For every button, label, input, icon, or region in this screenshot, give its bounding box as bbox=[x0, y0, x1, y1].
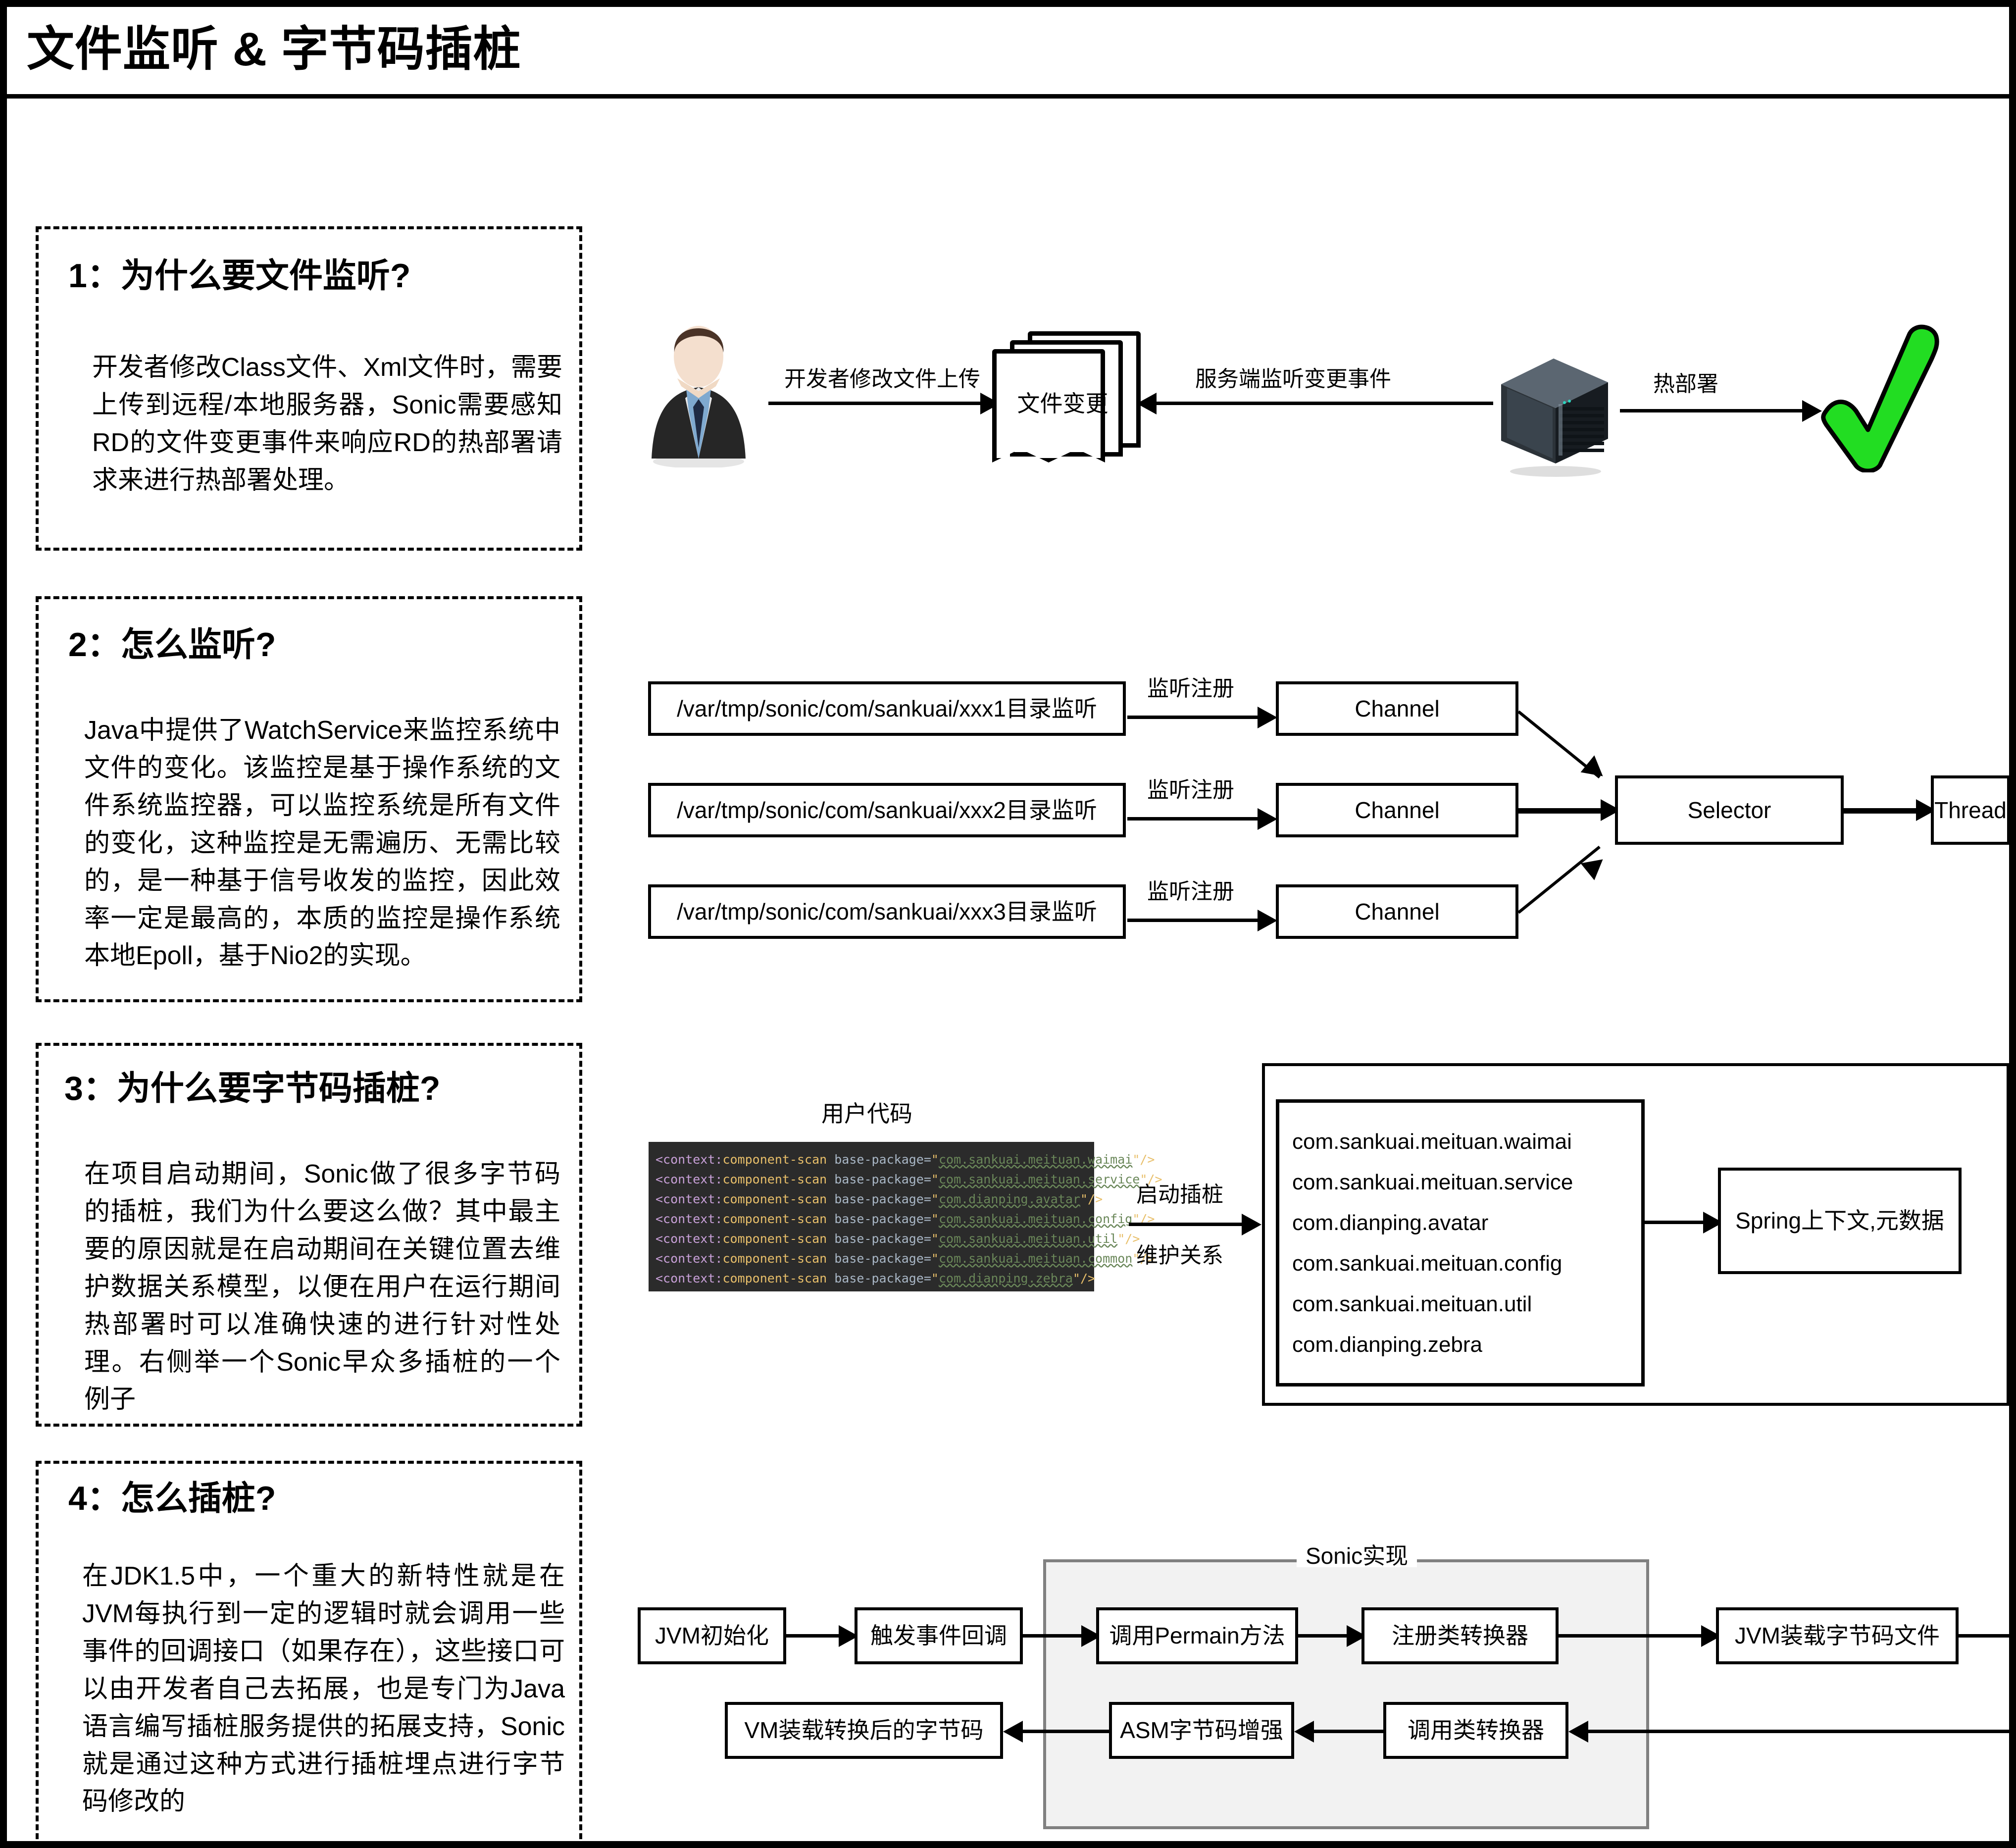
register-label-2: 监听注册 bbox=[1147, 778, 1234, 802]
user-code-block: <context:component-scan base-package="co… bbox=[649, 1142, 1162, 1291]
slide-page: 文件监听 & 字节码插桩 1：为什么要文件监听? 开发者修改Class文件、Xm… bbox=[0, 0, 2016, 1848]
section-3-heading: 3：为什么要字节码插桩? bbox=[64, 1070, 441, 1107]
package-list-box: com.sankuai.meituan.waimai com.sankuai.m… bbox=[1276, 1099, 1645, 1386]
register-label-3: 监听注册 bbox=[1147, 879, 1234, 904]
package-item: com.sankuai.meituan.service bbox=[1292, 1170, 1573, 1194]
register-arrow-1 bbox=[1258, 707, 1277, 728]
code-line: <context:component-scan base-package="co… bbox=[655, 1251, 1155, 1266]
channel3-to-selector-arrow bbox=[1580, 851, 1610, 880]
section-3-body: 在项目启动期间，Sonic做了很多字节码的插桩，我们为什么要这么做？其中最主要的… bbox=[84, 1160, 560, 1414]
channel2-to-selector-line bbox=[1518, 808, 1602, 814]
section-1-body: 开发者修改Class文件、Xml文件时，需要上传到远程/本地服务器，Sonic需… bbox=[92, 353, 562, 495]
package-item: com.dianping.zebra bbox=[1292, 1333, 1483, 1357]
page-title: 文件监听 & 字节码插桩 bbox=[27, 23, 521, 76]
edge-label-maintain-relation: 维护关系 bbox=[1136, 1243, 1223, 1268]
selector-box: Selector bbox=[1615, 775, 1844, 845]
package-item: com.sankuai.meituan.util bbox=[1292, 1292, 1532, 1316]
register-line-3 bbox=[1127, 919, 1259, 922]
step-vm-load-transformed: VM装载转换后的字节码 bbox=[725, 1702, 1003, 1759]
code-line: <context:component-scan base-package="co… bbox=[655, 1271, 1096, 1285]
flow-line-4 bbox=[1559, 1634, 1702, 1638]
channel3-to-selector-line bbox=[1517, 845, 1601, 914]
register-arrow-2 bbox=[1258, 808, 1277, 830]
edge-line-upload bbox=[768, 402, 981, 405]
businessman-avatar-icon bbox=[646, 324, 752, 468]
document-label: 文件变更 bbox=[1017, 391, 1109, 416]
code-line: <context:component-scan base-package="co… bbox=[655, 1152, 1155, 1167]
step-asm-enhance: ASM字节码增强 bbox=[1109, 1702, 1294, 1759]
package-item: com.dianping.avatar bbox=[1292, 1211, 1489, 1235]
step-jvm-init: JVM初始化 bbox=[638, 1607, 786, 1664]
flow-line-2 bbox=[1023, 1634, 1082, 1638]
section-panel-3: 3：为什么要字节码插桩? 在项目启动期间，Sonic做了很多字节码的插桩，我们为… bbox=[36, 1043, 582, 1427]
section-4-body: 在JDK1.5中，一个重大的新特性就是在JVM每执行到一定的逻辑时就会调用一些事… bbox=[82, 1562, 565, 1816]
edge-arrow-watch-event bbox=[1137, 393, 1157, 414]
step-register-transformer: 注册类转换器 bbox=[1361, 1607, 1559, 1664]
flow-line-1 bbox=[786, 1634, 840, 1638]
register-line-1 bbox=[1127, 716, 1259, 719]
edge-label-start-instrument: 启动插桩 bbox=[1136, 1182, 1223, 1207]
section-2-heading: 2：怎么监听? bbox=[68, 626, 276, 664]
register-arrow-3 bbox=[1258, 910, 1277, 931]
watch-path-box-1: /var/tmp/sonic/com/sankuai/xxx1目录监听 bbox=[648, 681, 1126, 736]
watch-path-box-2: /var/tmp/sonic/com/sankuai/xxx2目录监听 bbox=[648, 783, 1126, 837]
section-2-body: Java中提供了WatchService来监控系统中文件的变化。该监控是基于操作… bbox=[84, 716, 560, 971]
flow-line-5 bbox=[1313, 1730, 1383, 1733]
edge-line-instrument bbox=[1129, 1223, 1243, 1226]
step-jvm-load-bytecode: JVM装载字节码文件 bbox=[1716, 1607, 1959, 1664]
spring-context-box: Spring上下文,元数据 bbox=[1718, 1168, 1962, 1274]
sonic-implementation-label: Sonic实现 bbox=[1297, 1544, 1417, 1567]
section-4-heading: 4：怎么插桩? bbox=[68, 1480, 276, 1517]
step-call-transformer: 调用类转换器 bbox=[1383, 1702, 1568, 1759]
package-item: com.sankuai.meituan.waimai bbox=[1292, 1129, 1572, 1154]
loop-arrow bbox=[1568, 1721, 1588, 1743]
section-panel-2: 2：怎么监听? Java中提供了WatchService来监控系统中文件的变化。… bbox=[36, 596, 582, 1002]
step-call-premain: 调用Permain方法 bbox=[1096, 1607, 1298, 1664]
flow-line-3 bbox=[1298, 1634, 1348, 1638]
code-line: <context:component-scan base-package="co… bbox=[655, 1212, 1155, 1226]
edge-label-watch-event: 服务端监听变更事件 bbox=[1195, 367, 1391, 391]
channel-box-2: Channel bbox=[1276, 783, 1518, 837]
flow-arrow-6 bbox=[1003, 1721, 1023, 1743]
code-line: <context:component-scan base-package="co… bbox=[655, 1232, 1140, 1246]
edge-arrow-instrument bbox=[1242, 1214, 1261, 1235]
selector-to-thread-line bbox=[1844, 808, 1917, 814]
edge-line-hotdeploy bbox=[1620, 409, 1803, 412]
channel-box-3: Channel bbox=[1276, 884, 1518, 939]
channel-box-1: Channel bbox=[1276, 681, 1518, 736]
green-check-icon bbox=[1816, 324, 1950, 473]
register-line-2 bbox=[1127, 817, 1259, 821]
register-label-1: 监听注册 bbox=[1147, 676, 1234, 701]
package-item: com.sankuai.meituan.config bbox=[1292, 1251, 1562, 1276]
section-1-heading: 1：为什么要文件监听? bbox=[68, 257, 411, 295]
watch-path-box-3: /var/tmp/sonic/com/sankuai/xxx3目录监听 bbox=[648, 884, 1126, 939]
code-line: <context:component-scan base-package="co… bbox=[655, 1172, 1162, 1186]
edge-line-watch-event bbox=[1156, 402, 1493, 405]
flow-line-6 bbox=[1022, 1730, 1109, 1733]
loop-line-bottom bbox=[1587, 1730, 2009, 1733]
code-line: <context:component-scan base-package="co… bbox=[655, 1192, 1103, 1206]
edge-label-hotdeploy: 热部署 bbox=[1653, 372, 1718, 396]
flow-arrow-5 bbox=[1294, 1721, 1314, 1743]
title-divider bbox=[7, 94, 2009, 99]
section-panel-4: 4：怎么插桩? 在JDK1.5中，一个重大的新特性就是在JVM每执行到一定的逻辑… bbox=[36, 1461, 582, 1841]
code-caption: 用户代码 bbox=[821, 1101, 912, 1127]
edge-label-upload: 开发者修改文件上传 bbox=[784, 367, 980, 391]
server-rack-icon bbox=[1492, 354, 1616, 477]
channel1-to-selector-arrow bbox=[1580, 755, 1610, 785]
packages-to-spring-line bbox=[1645, 1221, 1704, 1224]
sonic-implementation-group bbox=[1043, 1559, 1649, 1829]
section-panel-1: 1：为什么要文件监听? 开发者修改Class文件、Xml文件时，需要上传到远程/… bbox=[36, 226, 582, 551]
step-trigger-callback: 触发事件回调 bbox=[855, 1607, 1023, 1664]
loop-line-top bbox=[1959, 1634, 2009, 1638]
title-bar: 文件监听 & 字节码插桩 bbox=[7, 7, 2009, 86]
thread-box: Thread bbox=[1931, 775, 2009, 845]
